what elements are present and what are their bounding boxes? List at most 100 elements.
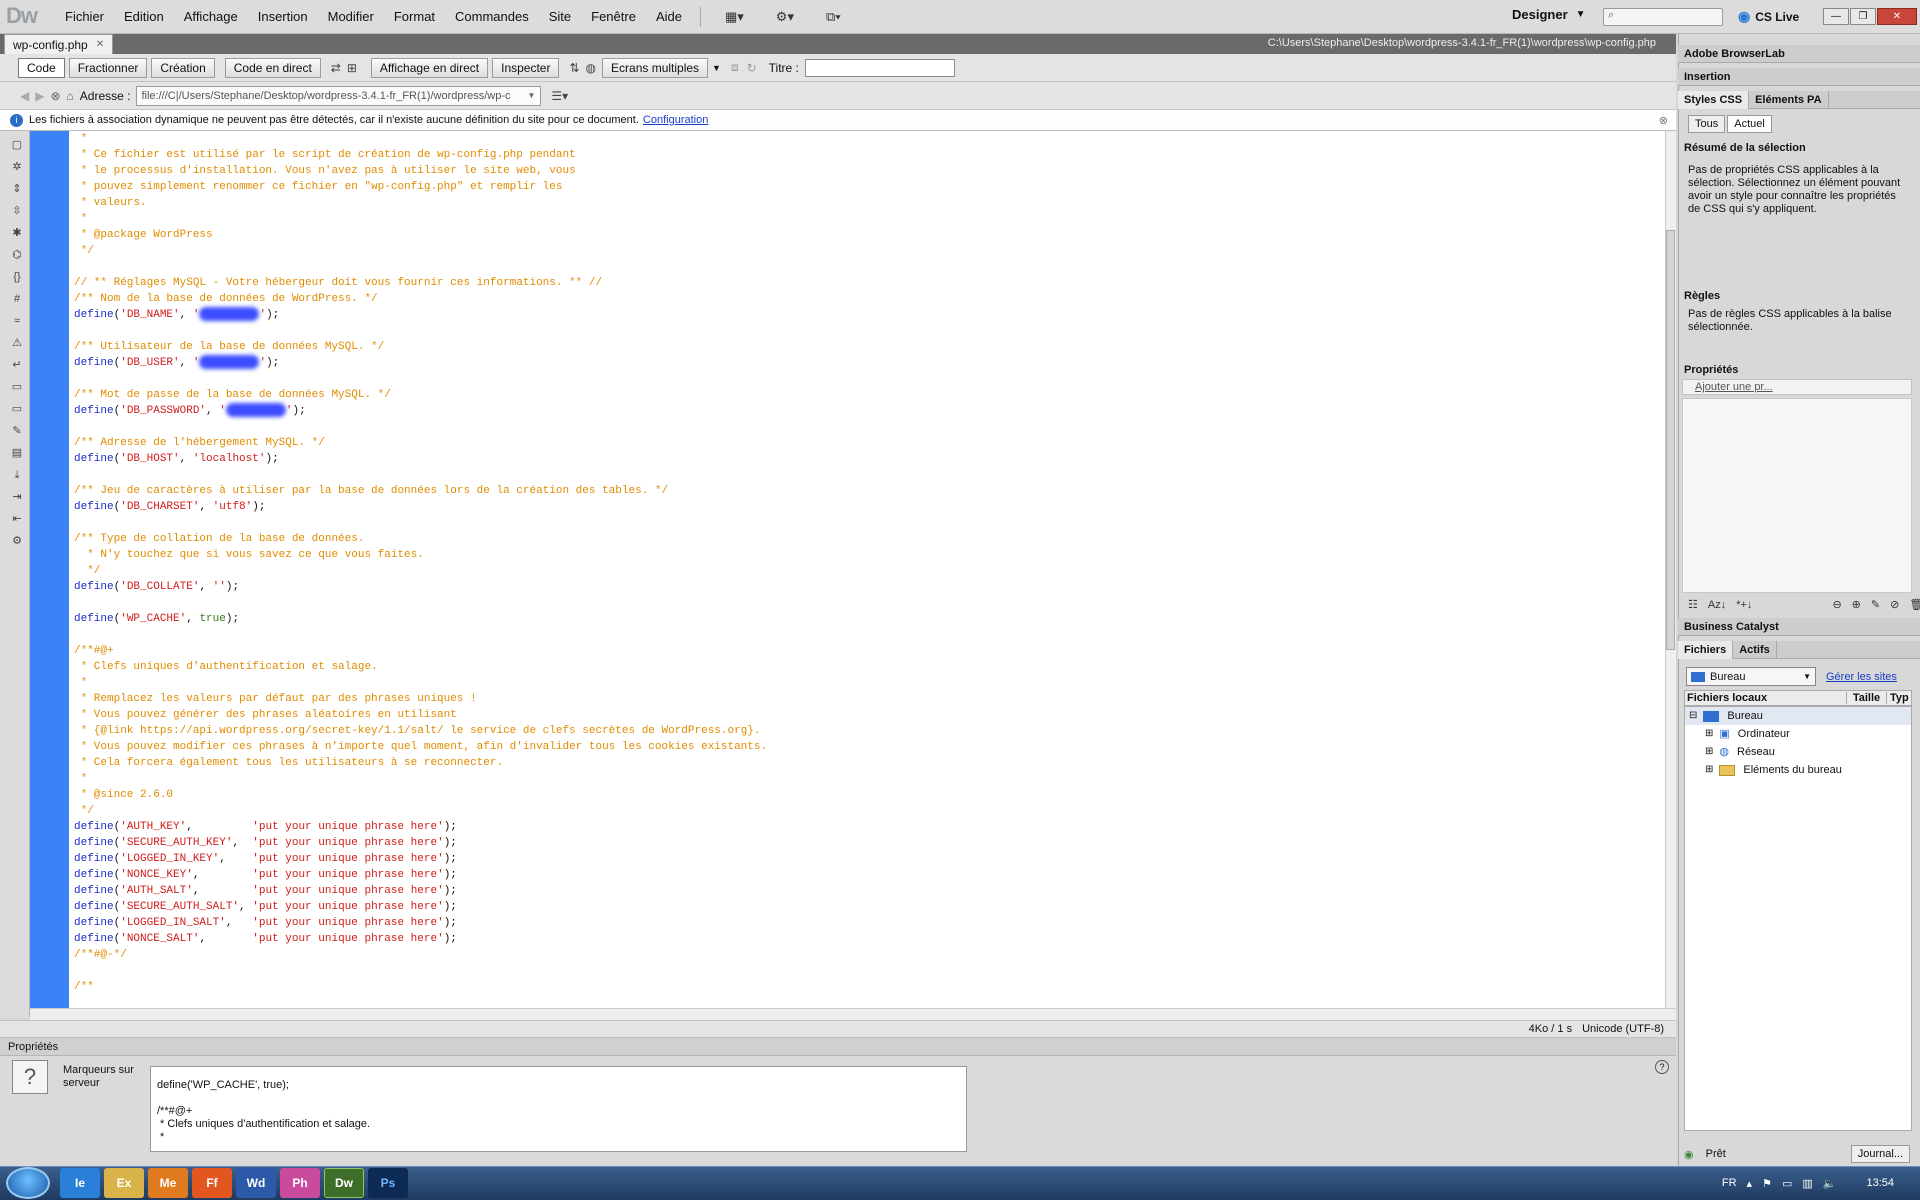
document-tab[interactable]: wp-config.php ✕ bbox=[4, 34, 114, 54]
code-line[interactable]: 25define('DB_USER', ''); bbox=[69, 355, 1665, 371]
help-icon[interactable]: ? bbox=[1655, 1060, 1669, 1074]
manage-sites-link[interactable]: Gérer les sites bbox=[1826, 671, 1897, 684]
code-line[interactable]: 31define('DB_HOST', 'localhost'); bbox=[69, 451, 1665, 467]
code-line[interactable]: 24/** Utilisateur de la base de données … bbox=[69, 339, 1665, 355]
expand-all-icon[interactable]: ✱ bbox=[9, 225, 25, 241]
code-line[interactable]: 50 * Cela forcera également tous les uti… bbox=[69, 755, 1665, 771]
minimize-button[interactable]: — bbox=[1823, 8, 1849, 25]
live-view-button[interactable]: Affichage en direct bbox=[370, 57, 489, 78]
menu-aide[interactable]: Aide bbox=[646, 0, 692, 34]
column-local-files[interactable]: Fichiers locaux bbox=[1685, 692, 1847, 704]
css-mode-current[interactable]: Actuel bbox=[1727, 115, 1772, 133]
remove-comment-icon[interactable]: ▭ bbox=[9, 401, 25, 417]
show-code-navigator-icon[interactable]: ✲ bbox=[9, 159, 25, 175]
taskbar-word-icon[interactable]: Wd bbox=[236, 1168, 276, 1198]
code-line[interactable]: 13 * le processus d'installation. Vous n… bbox=[69, 163, 1665, 179]
tab-elements-pa[interactable]: Eléments PA bbox=[1749, 90, 1829, 109]
disable-property-icon[interactable]: ⊘ bbox=[1890, 598, 1899, 611]
live-code-button[interactable]: Code en direct bbox=[224, 57, 321, 78]
code-scroll-thumb[interactable] bbox=[1666, 230, 1675, 650]
configuration-link[interactable]: Configuration bbox=[643, 114, 708, 126]
layout-menu-icon[interactable]: ▦▾ bbox=[715, 0, 754, 34]
code-line[interactable]: 40 bbox=[69, 595, 1665, 611]
code-line[interactable]: 26 bbox=[69, 371, 1665, 387]
tray-monitor-icon[interactable]: ▭ bbox=[1782, 1177, 1792, 1190]
code-line[interactable]: 16 * bbox=[69, 211, 1665, 227]
column-size[interactable]: Taille bbox=[1847, 692, 1887, 704]
taskbar-ie-icon[interactable]: Ie bbox=[60, 1168, 100, 1198]
code-line[interactable]: 60define('LOGGED_IN_SALT', 'put your uni… bbox=[69, 915, 1665, 931]
set-properties-view-icon[interactable]: *+↓ bbox=[1736, 599, 1752, 611]
code-line[interactable]: 51 * bbox=[69, 771, 1665, 787]
category-view-icon[interactable]: ☷ bbox=[1688, 598, 1698, 611]
code-line[interactable]: 28define('DB_PASSWORD', ''); bbox=[69, 403, 1665, 419]
taskbar-firefox-icon[interactable]: Ff bbox=[192, 1168, 232, 1198]
format-source-icon[interactable]: ⚙ bbox=[9, 533, 25, 549]
taskbar-app-icon[interactable]: Ph bbox=[280, 1168, 320, 1198]
css-mode-all[interactable]: Tous bbox=[1688, 115, 1726, 133]
expand-icon[interactable]: ⊞ bbox=[1705, 761, 1713, 779]
code-line[interactable]: 38 */ bbox=[69, 563, 1665, 579]
code-line[interactable]: 37 * N'y touchez que si vous savez ce qu… bbox=[69, 547, 1665, 563]
code-line[interactable]: 36/** Type de collation de la base de do… bbox=[69, 531, 1665, 547]
collapse-icon[interactable]: ⊟ bbox=[1689, 707, 1697, 725]
code-line[interactable]: 42 bbox=[69, 627, 1665, 643]
open-documents-icon[interactable]: ▢ bbox=[9, 137, 25, 153]
tab-files[interactable]: Fichiers bbox=[1678, 640, 1734, 659]
tree-item-ordinateur[interactable]: ⊞ ▣ Ordinateur bbox=[1685, 725, 1911, 743]
server-markup-code[interactable]: define('WP_CACHE', true); /**#@+ * Clefs… bbox=[150, 1066, 967, 1152]
site-menu-icon[interactable]: ⧉▾ bbox=[816, 0, 851, 34]
code-line[interactable]: 21/** Nom de la base de données de WordP… bbox=[69, 291, 1665, 307]
restore-button[interactable]: ❐ bbox=[1850, 8, 1876, 25]
code-line[interactable]: 43/**#@+ bbox=[69, 643, 1665, 659]
code-line[interactable]: 46 * Remplacez les valeurs par défaut pa… bbox=[69, 691, 1665, 707]
outdent-code-icon[interactable]: ⇤ bbox=[9, 511, 25, 527]
code-line[interactable]: 17 * @package WordPress bbox=[69, 227, 1665, 243]
select-parent-tag-icon[interactable]: ⌬ bbox=[9, 247, 25, 263]
move-css-icon[interactable]: ⤓ bbox=[9, 467, 25, 483]
code-line[interactable]: 29 bbox=[69, 419, 1665, 435]
attach-stylesheet-icon[interactable]: ⊖ bbox=[1832, 598, 1841, 611]
close-window-button[interactable]: ✕ bbox=[1877, 8, 1917, 25]
code-line[interactable]: 39define('DB_COLLATE', ''); bbox=[69, 579, 1665, 595]
code-line[interactable]: 58define('AUTH_SALT', 'put your unique p… bbox=[69, 883, 1665, 899]
menu-insertion[interactable]: Insertion bbox=[248, 0, 318, 34]
code-line[interactable]: 11 * bbox=[69, 131, 1665, 147]
insertion-panel-header[interactable]: Insertion bbox=[1678, 68, 1920, 86]
column-type[interactable]: Typ bbox=[1887, 692, 1909, 704]
forward-icon[interactable]: ▶ bbox=[35, 89, 44, 103]
back-icon[interactable]: ◀ bbox=[20, 89, 29, 103]
tray-volume-icon[interactable]: 🔈 bbox=[1823, 1177, 1837, 1190]
line-numbers-icon[interactable]: # bbox=[9, 291, 25, 307]
file-management-icon[interactable]: ⇅ bbox=[569, 61, 579, 75]
menu-modifier[interactable]: Modifier bbox=[318, 0, 384, 34]
wrap-tag-icon[interactable]: ✎ bbox=[9, 423, 25, 439]
tree-item-bureau[interactable]: ⊟ Bureau bbox=[1685, 707, 1911, 725]
alpha-view-icon[interactable]: Az↓ bbox=[1708, 599, 1726, 611]
highlight-invalid-icon[interactable]: ≈ bbox=[9, 313, 25, 329]
stop-icon[interactable]: ⊗ bbox=[50, 89, 60, 103]
clock[interactable]: 13:54 bbox=[1866, 1177, 1894, 1189]
code-line[interactable]: 56define('LOGGED_IN_KEY', 'put your uniq… bbox=[69, 851, 1665, 867]
code-line[interactable]: 55define('SECURE_AUTH_KEY', 'put your un… bbox=[69, 835, 1665, 851]
tray-show-hidden-icon[interactable]: ▴ bbox=[1747, 1177, 1753, 1190]
code-editor[interactable]: 11 *12 * Ce fichier est utilisé par le s… bbox=[69, 131, 1665, 1008]
split-view-button[interactable]: Fractionner bbox=[68, 57, 148, 78]
live-code-options-icon[interactable]: ⇄ bbox=[331, 61, 341, 75]
code-line[interactable]: 30/** Adresse de l'hébergement MySQL. */ bbox=[69, 435, 1665, 451]
language-indicator[interactable]: FR bbox=[1722, 1177, 1737, 1189]
refresh-icon[interactable]: ↻ bbox=[747, 61, 757, 75]
code-view-button[interactable]: Code bbox=[18, 57, 65, 78]
code-line[interactable]: 32 bbox=[69, 467, 1665, 483]
code-line[interactable]: 64/** bbox=[69, 979, 1665, 995]
code-line[interactable]: 27/** Mot de passe de la base de données… bbox=[69, 387, 1665, 403]
menu-commandes[interactable]: Commandes bbox=[445, 0, 539, 34]
code-line[interactable]: 15 * valeurs. bbox=[69, 195, 1665, 211]
taskbar-explorer-icon[interactable]: Ex bbox=[104, 1168, 144, 1198]
home-icon[interactable]: ⌂ bbox=[67, 89, 74, 103]
code-line[interactable]: 45 * bbox=[69, 675, 1665, 691]
code-line[interactable]: 41define('WP_CACHE', true); bbox=[69, 611, 1665, 627]
properties-header[interactable]: Propriétés bbox=[0, 1038, 1676, 1056]
code-line[interactable]: 23 bbox=[69, 323, 1665, 339]
code-line[interactable]: 62/**#@-*/ bbox=[69, 947, 1665, 963]
